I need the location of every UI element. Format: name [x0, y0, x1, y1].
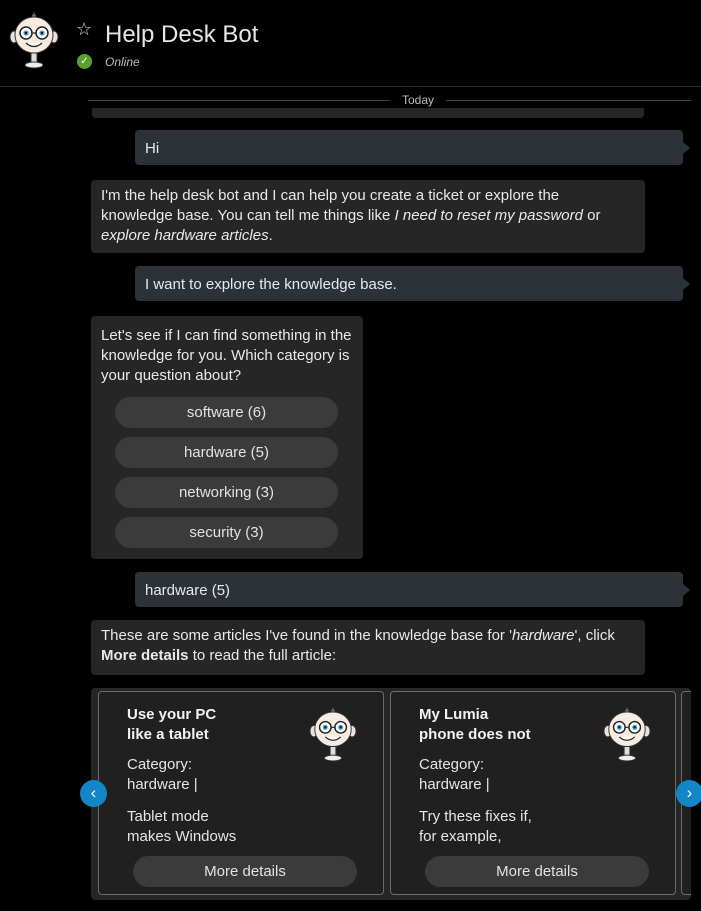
message-text: I want to explore the knowledge base. — [145, 276, 397, 293]
example-phrase: I need to reset my password — [394, 207, 583, 224]
category-name: hardware — [511, 627, 575, 644]
message-text: Hi — [145, 140, 160, 157]
bot-title: Help Desk Bot — [105, 21, 259, 48]
date-separator: Today — [401, 93, 435, 107]
card-description: Try these fixes if, for example, — [419, 808, 532, 845]
user-message: hardware (5) — [135, 572, 690, 607]
message-text: Let's see if I can find something in the… — [101, 327, 352, 384]
card-title: Use your PC like a tablet — [127, 706, 217, 743]
bot-face-icon — [309, 706, 357, 762]
card-category: Category: hardware | — [127, 756, 198, 793]
choice-software[interactable]: software (6) — [115, 397, 338, 428]
example-phrase: explore hardware articles — [101, 227, 269, 244]
more-details-button[interactable]: More details — [133, 856, 357, 887]
user-message: I want to explore the knowledge base. — [135, 266, 690, 301]
message-text: . — [268, 227, 273, 244]
bot-avatar — [9, 11, 59, 69]
carousel-prev-button[interactable]: ‹ — [80, 780, 107, 807]
status-text: Online — [105, 55, 140, 69]
bot-message: I'm the help desk bot and I can help you… — [91, 180, 645, 253]
choice-networking[interactable]: networking (3) — [115, 477, 338, 508]
choice-security[interactable]: security (3) — [115, 517, 338, 548]
more-details-hint: More details — [101, 647, 189, 664]
carousel-next-button[interactable]: › — [676, 780, 701, 807]
bot-face-icon — [603, 706, 651, 762]
card-title: My Lumia phone does not — [419, 706, 531, 743]
star-icon[interactable]: ☆ — [76, 20, 92, 38]
card-category: Category: hardware | — [419, 756, 490, 793]
online-status-icon: ✓ — [77, 54, 92, 69]
message-text: to read the full article: — [188, 647, 337, 664]
user-message: Hi — [135, 130, 690, 165]
header-divider — [0, 86, 701, 87]
choice-hardware[interactable]: hardware (5) — [115, 437, 338, 468]
bot-message: These are some articles I've found in th… — [91, 620, 645, 675]
separator-line-right — [446, 100, 691, 101]
previous-message-bubble — [92, 108, 644, 118]
more-details-button[interactable]: More details — [425, 856, 649, 887]
separator-line-left — [88, 100, 390, 101]
article-card: Use your PC like a tablet Category: hard… — [98, 691, 384, 895]
message-text: hardware (5) — [145, 582, 231, 599]
message-text: or — [582, 207, 601, 224]
message-text: These are some articles I've found in th… — [101, 627, 512, 644]
article-card: My Lumia phone does not Category: hardwa… — [390, 691, 676, 895]
article-carousel: Use your PC like a tablet Category: hard… — [91, 688, 691, 900]
card-description: Tablet mode makes Windows — [127, 808, 237, 845]
message-text: ', click — [574, 627, 615, 644]
